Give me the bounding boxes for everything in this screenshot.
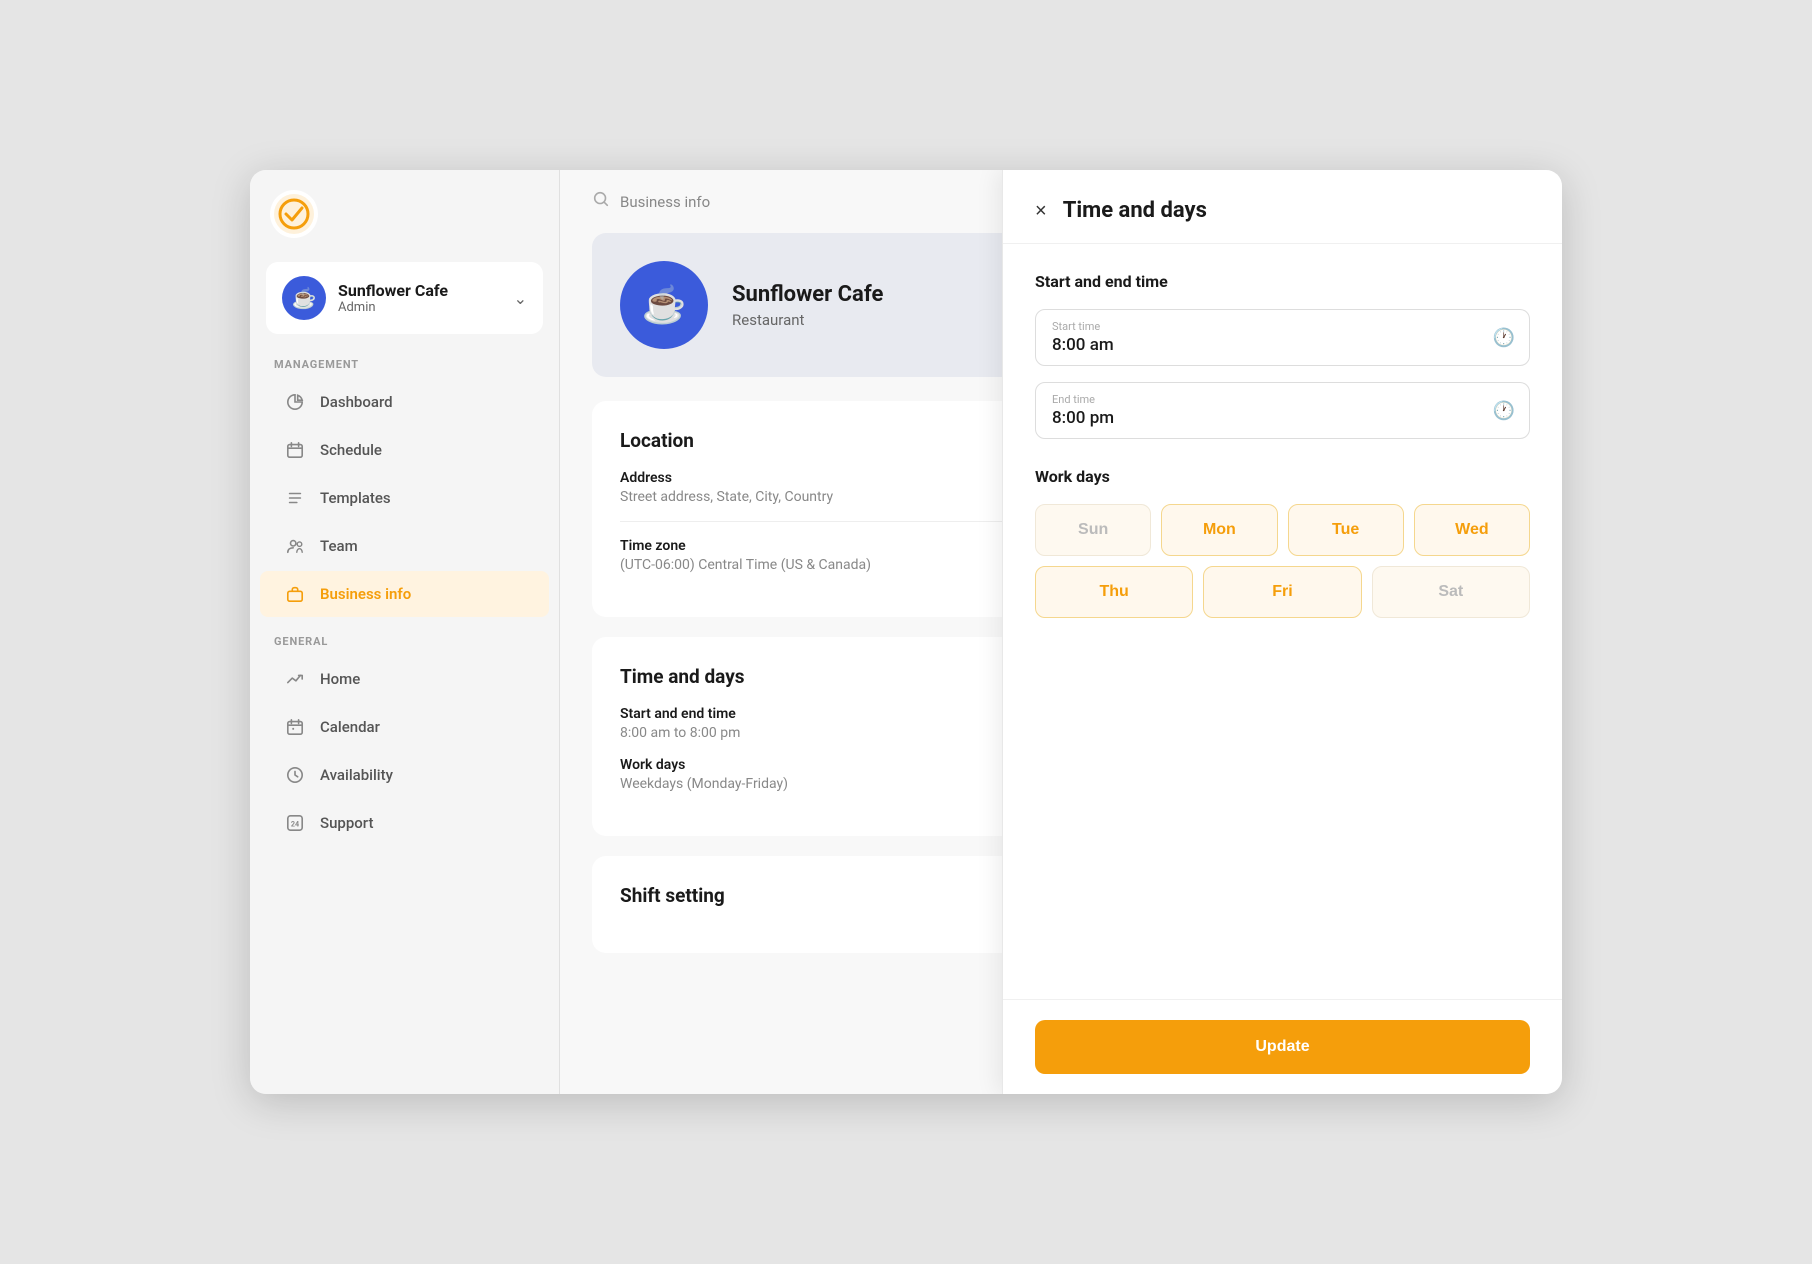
panel-header: × Time and days [1003, 170, 1562, 244]
work-days-panel-title: Work days [1035, 467, 1530, 486]
page-breadcrumb: Business info [620, 193, 710, 211]
business-type: Restaurant [732, 311, 883, 329]
account-name: Sunflower Cafe [338, 281, 502, 300]
calendar-day-icon [284, 716, 306, 738]
days-row-1: Sun Mon Tue Wed [1035, 504, 1530, 556]
day-fri-button[interactable]: Fri [1203, 566, 1361, 618]
sidebar-item-team[interactable]: Team [260, 523, 549, 569]
trending-up-icon [284, 668, 306, 690]
calendar-icon [284, 439, 306, 461]
end-time-value: 8:00 pm [1052, 408, 1481, 428]
panel-footer: Update [1003, 999, 1562, 1094]
clock-icon [284, 764, 306, 786]
start-time-wrapper[interactable]: Start time 8:00 am 🕐 [1035, 309, 1530, 366]
business-name: Sunflower Cafe [732, 282, 883, 307]
app-logo-icon [270, 190, 318, 238]
account-avatar: ☕ [282, 276, 326, 320]
end-time-label: End time [1052, 393, 1481, 406]
panel-start-end-title: Start and end time [1035, 272, 1530, 291]
home-label: Home [320, 670, 360, 688]
end-time-wrapper[interactable]: End time 8:00 pm 🕐 [1035, 382, 1530, 439]
business-avatar: ☕ [620, 261, 708, 349]
sidebar-item-business-info[interactable]: Business info [260, 571, 549, 617]
end-time-field: End time 8:00 pm 🕐 [1035, 382, 1530, 439]
day-wed-button[interactable]: Wed [1414, 504, 1530, 556]
account-switcher[interactable]: ☕ Sunflower Cafe Admin ⌄ [266, 262, 543, 334]
account-role: Admin [338, 300, 502, 315]
briefcase-icon [284, 583, 306, 605]
users-icon [284, 535, 306, 557]
panel-close-button[interactable]: × [1035, 201, 1047, 221]
day-tue-button[interactable]: Tue [1288, 504, 1404, 556]
business-info-label: Business info [320, 585, 411, 603]
sidebar: ☕ Sunflower Cafe Admin ⌄ MANAGEMENT Dash… [250, 170, 560, 1094]
time-days-panel: × Time and days Start and end time Start… [1002, 170, 1562, 1094]
work-days-section: Work days Sun Mon Tue Wed Thu Fri Sat [1035, 467, 1530, 618]
day-mon-button[interactable]: Mon [1161, 504, 1277, 556]
business-info-text: Sunflower Cafe Restaurant [732, 282, 883, 329]
clock-field-icon: 🕐 [1493, 327, 1515, 348]
dashboard-label: Dashboard [320, 393, 393, 411]
team-label: Team [320, 537, 358, 555]
general-section-label: GENERAL [250, 635, 559, 656]
list-icon [284, 487, 306, 509]
availability-label: Availability [320, 766, 393, 784]
start-time-field: Start time 8:00 am 🕐 [1035, 309, 1530, 366]
sidebar-item-schedule[interactable]: Schedule [260, 427, 549, 473]
logo-area [250, 190, 559, 262]
support-label: Support [320, 814, 373, 832]
search-icon [592, 190, 610, 213]
templates-label: Templates [320, 489, 391, 507]
pie-chart-icon [284, 391, 306, 413]
panel-body: Start and end time Start time 8:00 am 🕐 … [1003, 244, 1562, 999]
chevron-down-icon: ⌄ [514, 289, 527, 308]
schedule-label: Schedule [320, 441, 382, 459]
start-time-label: Start time [1052, 320, 1481, 333]
sidebar-item-calendar[interactable]: Calendar [260, 704, 549, 750]
sidebar-item-templates[interactable]: Templates [260, 475, 549, 521]
day-sat-button[interactable]: Sat [1372, 566, 1530, 618]
start-time-value: 8:00 am [1052, 335, 1481, 355]
svg-text:24: 24 [291, 820, 299, 829]
support-icon: 24 [284, 812, 306, 834]
management-section-label: MANAGEMENT [250, 358, 559, 379]
update-button[interactable]: Update [1035, 1020, 1530, 1074]
day-sun-button[interactable]: Sun [1035, 504, 1151, 556]
account-info: Sunflower Cafe Admin [338, 281, 502, 315]
day-thu-button[interactable]: Thu [1035, 566, 1193, 618]
panel-title: Time and days [1063, 198, 1207, 223]
days-row-2: Thu Fri Sat [1035, 566, 1530, 618]
sidebar-item-availability[interactable]: Availability [260, 752, 549, 798]
calendar-label: Calendar [320, 718, 380, 736]
clock-field-icon-2: 🕐 [1493, 400, 1515, 421]
sidebar-item-home[interactable]: Home [260, 656, 549, 702]
sidebar-item-support[interactable]: 24 Support [260, 800, 549, 846]
sidebar-item-dashboard[interactable]: Dashboard [260, 379, 549, 425]
